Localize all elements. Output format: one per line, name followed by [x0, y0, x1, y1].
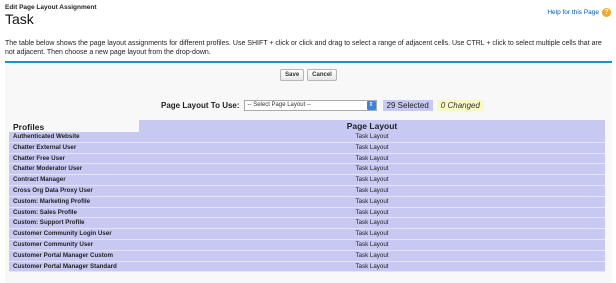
page-header: Edit Page Layout Assignment Task Help fo… [5, 4, 611, 27]
assignment-table: Profiles Page Layout Authenticated Websi… [9, 120, 605, 273]
help-link-label[interactable]: Help for this Page [547, 9, 599, 16]
table-header: Profiles Page Layout [9, 120, 605, 132]
table-body: Authenticated Website Task Layout Chatter … [9, 132, 605, 273]
profile-cell: Chatter Moderator User [13, 165, 83, 173]
profile-cell: Contract Manager [13, 176, 66, 184]
table-row[interactable]: Chatter Moderator User Task Layout [9, 164, 605, 176]
profile-cell: Custom: Sales Profile [13, 208, 77, 216]
table-row[interactable]: Custom: Support Profile Task Layout [9, 218, 605, 230]
page-layout-select-value: -- Select Page Layout -- [247, 102, 311, 108]
page-layout-cell[interactable]: Task Layout [139, 175, 605, 185]
profile-cell: Custom: Marketing Profile [13, 197, 91, 205]
layout-picker: Page Layout To Use: -- Select Page Layou… [161, 98, 484, 112]
page-layout-cell[interactable]: Task Layout [139, 251, 605, 261]
profile-cell: Chatter External User [13, 143, 77, 151]
help-link[interactable]: Help for this Page ? [547, 8, 611, 17]
page-description: The table below shows the page layout as… [5, 40, 602, 56]
profile-cell: Chatter Free User [13, 154, 65, 162]
button-row: Save Cancel [5, 69, 612, 81]
table-row[interactable]: Customer Community User Task Layout [9, 239, 605, 251]
profile-cell: Custom: Support Profile [13, 219, 85, 227]
cancel-button[interactable]: Cancel [307, 69, 337, 81]
page-layout-cell[interactable]: Task Layout [139, 229, 605, 239]
table-row[interactable]: Custom: Sales Profile Task Layout [9, 207, 605, 219]
profile-cell: Customer Community User [13, 240, 94, 248]
table-row[interactable]: Chatter Free User Task Layout [9, 153, 605, 165]
changed-count-badge: 0 Changed [436, 99, 484, 111]
page-layout-cell[interactable]: Task Layout [139, 143, 605, 153]
profiles-column-header: Profiles [13, 122, 45, 132]
profile-cell: Cross Org Data Proxy User [13, 186, 93, 194]
page-layout-cell[interactable]: Task Layout [139, 262, 605, 272]
question-icon[interactable]: ? [602, 8, 611, 17]
table-row[interactable]: Customer Portal Manager Custom Task Layou… [9, 250, 605, 262]
page-layout-cell[interactable]: Task Layout [139, 240, 605, 250]
profile-cell: Authenticated Website [13, 133, 80, 140]
page-layout-column-header[interactable]: Page Layout [139, 120, 605, 132]
page-title: Task [5, 11, 34, 27]
breadcrumb: Edit Page Layout Assignment [5, 4, 97, 11]
page-layout-cell[interactable]: Task Layout [139, 186, 605, 196]
page-layout-select[interactable]: -- Select Page Layout -- ⇕ [243, 99, 377, 111]
page-layout-cell[interactable]: Task Layout [139, 154, 605, 164]
profile-cell: Customer Community Login User [13, 230, 112, 238]
layout-picker-label: Page Layout To Use: [161, 100, 240, 110]
page-layout-cell[interactable]: Task Layout [139, 218, 605, 228]
page-layout-cell[interactable]: Task Layout [139, 197, 605, 207]
page-layout-cell[interactable]: Task Layout [139, 132, 605, 142]
table-row[interactable]: Cross Org Data Proxy User Task Layout [9, 185, 605, 197]
chevron-down-icon[interactable]: ⇕ [366, 100, 376, 110]
table-row[interactable]: Custom: Marketing Profile Task Layout [9, 196, 605, 208]
profile-cell: Customer Portal Manager Custom [13, 251, 114, 259]
page-layout-cell[interactable]: Task Layout [139, 208, 605, 218]
save-button[interactable]: Save [280, 69, 305, 81]
assignment-panel: Save Cancel Page Layout To Use: -- Selec… [5, 61, 612, 283]
selected-count-badge: 29 Selected [382, 99, 433, 111]
table-row[interactable]: Customer Portal Manager Standard Task Lay… [9, 261, 605, 273]
page-layout-cell[interactable]: Task Layout [139, 164, 605, 174]
table-row[interactable]: Chatter External User Task Layout [9, 142, 605, 154]
table-row[interactable]: Customer Community Login User Task Layout [9, 229, 605, 240]
table-row[interactable]: Contract Manager Task Layout [9, 175, 605, 186]
table-row[interactable]: Authenticated Website Task Layout [9, 132, 605, 143]
profile-cell: Customer Portal Manager Standard [13, 262, 117, 270]
